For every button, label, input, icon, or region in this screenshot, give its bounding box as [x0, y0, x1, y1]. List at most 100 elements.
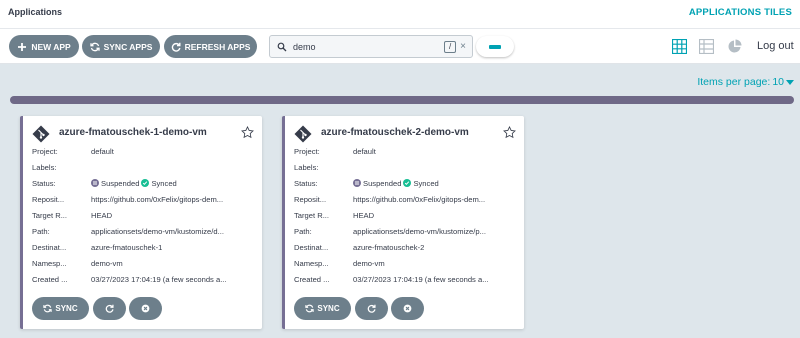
- search-box[interactable]: demo / ×: [269, 35, 473, 58]
- status-row: Status: Suspended Synced: [32, 177, 259, 189]
- field-label: Target R...: [294, 210, 330, 220]
- sync-icon: [305, 304, 315, 313]
- sync-status: Synced: [151, 178, 177, 188]
- field-label: Project:: [32, 146, 58, 156]
- items-per-page-value: 10: [772, 76, 784, 88]
- field-label: Target R...: [32, 210, 68, 220]
- field-label: Reposit...: [32, 194, 65, 204]
- items-per-page-selector[interactable]: Items per page: 10: [697, 76, 794, 88]
- refresh-button[interactable]: [355, 297, 388, 320]
- sync-button[interactable]: SYNC: [32, 297, 89, 320]
- path-value: applicationsets/demo-vm/kustomize/p...: [353, 226, 486, 236]
- items-per-page-label: Items per page:: [697, 76, 771, 88]
- target-revision-row: Target R... HEAD: [294, 209, 521, 221]
- target-revision-value: HEAD: [91, 210, 113, 220]
- created-row: Created ... 03/27/2023 17:04:19 (a few se…: [294, 273, 521, 285]
- created-row: Created ... 03/27/2023 17:04:19 (a few se…: [32, 273, 259, 285]
- delete-button[interactable]: [391, 297, 424, 320]
- field-label: Project:: [294, 146, 320, 156]
- namespace-row: Namesp... demo-vm: [32, 257, 259, 269]
- namespace-row: Namesp... demo-vm: [294, 257, 521, 269]
- check-circle-icon: [403, 179, 412, 187]
- star-icon[interactable]: [241, 126, 254, 139]
- field-label: Path:: [294, 226, 312, 236]
- plus-icon: [18, 42, 27, 51]
- toolbar: NEW APP SYNC APPS REFRESH APPS demo / × …: [0, 28, 800, 64]
- refresh-button[interactable]: [93, 297, 126, 320]
- sync-icon: [43, 304, 53, 313]
- field-label: Created ...: [294, 274, 330, 284]
- refresh-icon: [171, 42, 181, 52]
- destination-value: azure-fmatouschek-2: [353, 242, 425, 252]
- health-status: Suspended: [363, 178, 402, 188]
- repository-row: Reposit... https://github.com/0xFelix/git…: [32, 193, 259, 205]
- field-label: Destinat...: [32, 242, 67, 252]
- app-tile[interactable]: azure-fmatouschek-1-demo-vm Project: defa…: [20, 116, 262, 329]
- field-label: Namesp...: [294, 258, 329, 268]
- path-row: Path: applicationsets/demo-vm/kustomize/p…: [294, 225, 521, 237]
- target-revision-row: Target R... HEAD: [32, 209, 259, 221]
- breadcrumb[interactable]: Applications: [8, 7, 62, 17]
- search-input[interactable]: demo: [293, 42, 444, 52]
- app-tile[interactable]: azure-fmatouschek-2-demo-vm Project: defa…: [282, 116, 524, 329]
- labels-row: Labels:: [294, 161, 521, 173]
- sync-status-bar-fill: [10, 96, 794, 104]
- sync-status: Synced: [413, 178, 439, 188]
- filter-toggle-button[interactable]: [476, 36, 514, 57]
- repository-value: https://github.com/0xFelix/gitops-dem...: [91, 194, 224, 204]
- field-label: Status:: [32, 178, 56, 188]
- sync-status-bar: [10, 96, 794, 104]
- sync-label: SYNC: [317, 304, 340, 313]
- field-label: Namesp...: [32, 258, 67, 268]
- destination-row: Destinat... azure-fmatouschek-2: [294, 241, 521, 253]
- refresh-apps-button[interactable]: REFRESH APPS: [164, 35, 257, 58]
- list-view-icon[interactable]: [699, 39, 714, 54]
- repository-value: https://github.com/0xFelix/gitops-dem...: [353, 194, 486, 204]
- project-value: default: [353, 146, 376, 156]
- close-circle-icon: [141, 304, 150, 313]
- status-row: Status: Suspended Synced: [294, 177, 521, 189]
- caret-down-icon: [786, 80, 794, 85]
- pause-icon: [353, 179, 361, 187]
- git-logo-icon: [32, 125, 50, 143]
- created-value: 03/27/2023 17:04:19 (a few seconds a...: [353, 274, 489, 284]
- health-status: Suspended: [101, 178, 140, 188]
- refresh-icon: [367, 304, 376, 313]
- field-label: Labels:: [294, 162, 319, 172]
- delete-button[interactable]: [129, 297, 162, 320]
- namespace-value: demo-vm: [353, 258, 385, 268]
- search-icon: [277, 42, 287, 51]
- app-name[interactable]: azure-fmatouschek-2-demo-vm: [321, 127, 469, 138]
- sync-label: SYNC: [55, 304, 78, 313]
- filter-bar-icon: [489, 44, 501, 49]
- pause-icon: [91, 179, 99, 187]
- created-value: 03/27/2023 17:04:19 (a few seconds a...: [91, 274, 227, 284]
- star-icon[interactable]: [503, 126, 516, 139]
- path-value: applicationsets/demo-vm/kustomize/d...: [91, 226, 224, 236]
- refresh-apps-label: REFRESH APPS: [184, 41, 251, 52]
- tiles-view-icon[interactable]: [672, 39, 687, 54]
- logout-link[interactable]: Log out: [757, 40, 794, 52]
- status-value: Suspended Synced: [353, 179, 521, 188]
- repository-row: Reposit... https://github.com/0xFelix/git…: [294, 193, 521, 205]
- project-value: default: [91, 146, 114, 156]
- app-name[interactable]: azure-fmatouschek-1-demo-vm: [59, 127, 207, 138]
- clear-search-icon[interactable]: ×: [460, 41, 466, 52]
- field-label: Created ...: [32, 274, 68, 284]
- view-title: APPLICATIONS TILES: [688, 7, 792, 18]
- refresh-icon: [105, 304, 114, 313]
- search-shortcut-hint: /: [444, 40, 457, 53]
- destination-value: azure-fmatouschek-1: [91, 242, 163, 252]
- sync-button[interactable]: SYNC: [294, 297, 351, 320]
- target-revision-value: HEAD: [353, 210, 375, 220]
- field-label: Path:: [32, 226, 50, 236]
- project-row: Project: default: [294, 145, 521, 157]
- sync-apps-button[interactable]: SYNC APPS: [82, 35, 160, 58]
- summary-pie-view-icon[interactable]: [727, 39, 742, 54]
- path-row: Path: applicationsets/demo-vm/kustomize/d…: [32, 225, 259, 237]
- destination-row: Destinat... azure-fmatouschek-1: [32, 241, 259, 253]
- status-value: Suspended Synced: [91, 179, 259, 188]
- namespace-value: demo-vm: [91, 258, 123, 268]
- new-app-button[interactable]: NEW APP: [9, 35, 79, 58]
- project-row: Project: default: [32, 145, 259, 157]
